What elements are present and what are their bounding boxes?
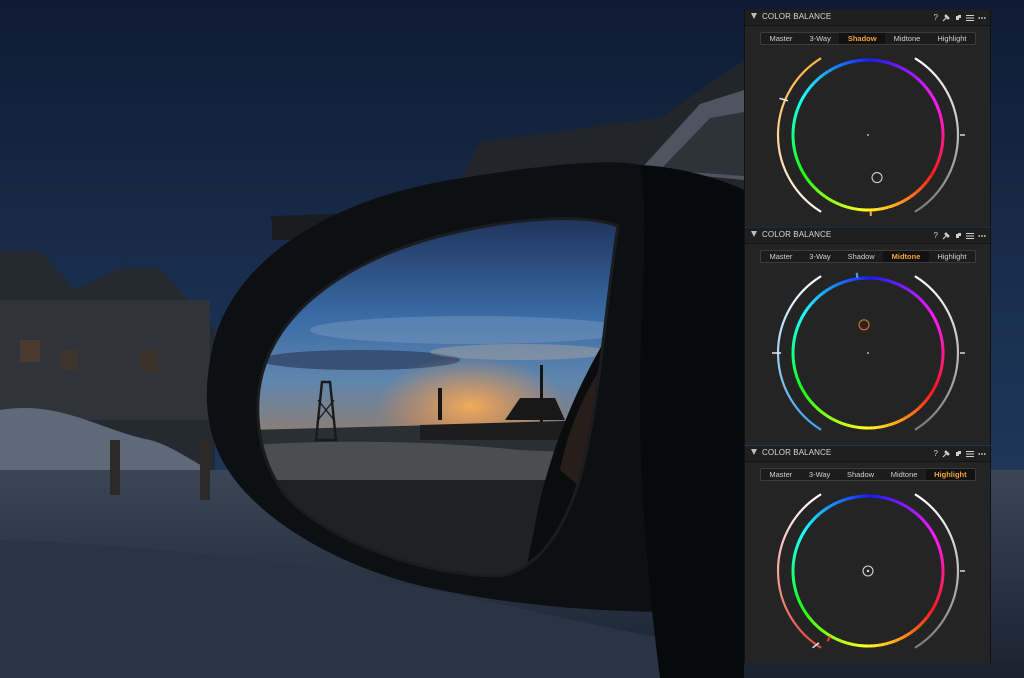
rim-tick-marker <box>855 272 859 278</box>
presets-menu-icon[interactable] <box>966 232 974 240</box>
tab-midtone[interactable]: Midtone <box>883 251 929 262</box>
reset-icon[interactable] <box>954 232 962 240</box>
more-options-icon[interactable] <box>978 14 986 22</box>
color-wheel-area <box>776 493 965 649</box>
collapse-triangle-icon[interactable] <box>751 449 757 455</box>
collapse-triangle-icon[interactable] <box>751 13 757 19</box>
panel-header: COLOR BALANCE ? <box>745 10 990 26</box>
hue-ring-segment <box>931 604 937 610</box>
color-wheel-area <box>776 57 965 216</box>
color-balance-panel-highlight: COLOR BALANCE ? Master 3-Way Shadow Midt… <box>744 446 991 663</box>
tab-shadow[interactable]: Shadow <box>839 33 886 44</box>
collapse-triangle-icon[interactable] <box>751 231 757 237</box>
more-options-icon[interactable] <box>978 232 986 240</box>
wheel-center-dot <box>867 134 869 136</box>
presets-menu-icon[interactable] <box>966 14 974 22</box>
header-tools: ? <box>934 229 986 242</box>
tab-shadow[interactable]: Shadow <box>839 469 883 480</box>
tab-shadow[interactable]: Shadow <box>839 251 883 262</box>
tab-midtone[interactable]: Midtone <box>885 33 929 44</box>
tab-midtone[interactable]: Midtone <box>882 469 925 480</box>
color-picker-handle[interactable] <box>871 171 883 184</box>
color-wheel-area <box>772 272 965 431</box>
panel-title: COLOR BALANCE <box>762 230 832 239</box>
tab-bar: Master 3-Way Shadow Midtone Highlight <box>760 32 976 45</box>
reset-icon[interactable] <box>954 14 962 22</box>
pick-color-icon[interactable] <box>942 449 950 458</box>
header-tools: ? <box>934 447 986 460</box>
tab-bar: Master 3-Way Shadow Midtone Highlight <box>760 468 976 481</box>
tab-3-way[interactable]: 3-Way <box>801 469 839 480</box>
presets-menu-icon[interactable] <box>966 450 974 458</box>
panel-title: COLOR BALANCE <box>762 448 832 457</box>
tab-highlight[interactable]: Highlight <box>929 251 975 262</box>
hue-ring-segment <box>931 386 937 392</box>
pick-color-icon[interactable] <box>942 231 950 240</box>
pick-color-icon[interactable] <box>942 13 950 22</box>
tab-master[interactable]: Master <box>761 251 801 262</box>
panel-header: COLOR BALANCE ? <box>745 228 990 244</box>
rim-tick-marker <box>826 636 831 642</box>
tab-bar: Master 3-Way Shadow Midtone Highlight <box>760 250 976 263</box>
color-balance-panel-midtone: COLOR BALANCE ? Master 3-Way Shadow Midt… <box>744 228 991 445</box>
color-picker-dot <box>866 569 870 573</box>
panel-title: COLOR BALANCE <box>762 12 832 21</box>
tab-master[interactable]: Master <box>761 33 801 44</box>
color-picker-handle[interactable] <box>858 319 870 331</box>
more-options-icon[interactable] <box>978 450 986 458</box>
panel-header: COLOR BALANCE ? <box>745 446 990 462</box>
tab-3-way[interactable]: 3-Way <box>801 33 839 44</box>
tab-3-way[interactable]: 3-Way <box>801 251 839 262</box>
header-tools: ? <box>934 11 986 24</box>
tab-highlight[interactable]: Highlight <box>929 33 975 44</box>
wheel-center-dot <box>867 352 869 354</box>
help-icon[interactable]: ? <box>934 231 938 241</box>
tab-highlight[interactable]: Highlight <box>925 469 975 480</box>
help-icon[interactable]: ? <box>934 449 938 459</box>
help-icon[interactable]: ? <box>934 13 938 23</box>
color-balance-panel-shadow: COLOR BALANCE ? Master 3-Way Shadow Midt… <box>744 10 991 227</box>
tab-master[interactable]: Master <box>761 469 801 480</box>
reset-icon[interactable] <box>954 450 962 458</box>
hue-ring-segment <box>931 168 937 174</box>
